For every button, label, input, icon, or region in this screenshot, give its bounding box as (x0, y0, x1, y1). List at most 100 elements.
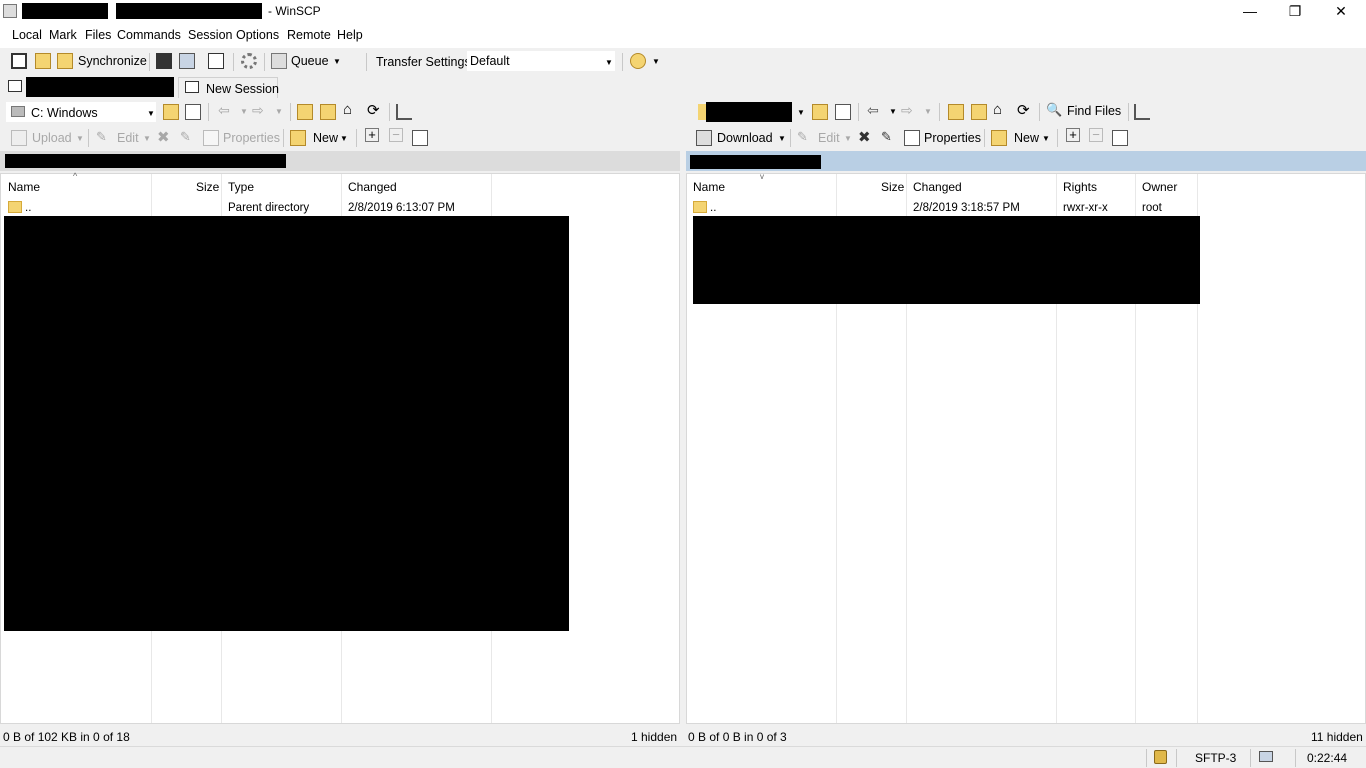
download-button[interactable]: Download (717, 131, 773, 145)
unselect-all-icon[interactable]: − (1089, 128, 1103, 142)
refresh-icon[interactable]: ⟳ (367, 101, 380, 119)
local-hidden-count[interactable]: 1 hidden (631, 730, 677, 744)
filter-icon[interactable] (835, 104, 851, 120)
menu-session[interactable]: Session (188, 28, 232, 42)
app-icon[interactable] (3, 4, 17, 18)
putty-icon[interactable] (179, 53, 195, 69)
column-name[interactable]: Name (8, 180, 40, 194)
synchronize-button[interactable]: Synchronize (78, 54, 147, 68)
column-changed[interactable]: Changed (348, 180, 397, 194)
new-session-tab[interactable]: New Session (178, 77, 279, 98)
sync-browsing-icon[interactable] (35, 53, 51, 69)
menu-remote[interactable]: Remote (287, 28, 331, 42)
root-directory-icon[interactable] (320, 104, 336, 120)
new-folder-icon[interactable] (991, 130, 1007, 146)
queue-dropdown-icon[interactable]: ▼ (333, 57, 341, 66)
remote-path-bar[interactable] (686, 151, 1366, 171)
forward-icon[interactable]: ⇨ (252, 102, 264, 119)
home-icon[interactable]: ⌂ (343, 101, 352, 118)
column-changed[interactable]: Changed (913, 180, 962, 194)
filter-icon[interactable] (185, 104, 201, 120)
delete-icon[interactable]: ✖ (858, 128, 871, 146)
console-icon[interactable] (156, 53, 172, 69)
column-rights[interactable]: Rights (1063, 180, 1097, 194)
menu-mark[interactable]: Mark (49, 28, 77, 42)
new-folder-icon[interactable] (290, 130, 306, 146)
open-directory-icon[interactable] (163, 104, 179, 120)
local-path-bar[interactable] (0, 151, 682, 171)
remote-file-list[interactable]: v Name Size Changed Rights Owner .. 2/8/… (686, 172, 1366, 724)
properties-button[interactable]: Properties (924, 131, 981, 145)
upload-dropdown-icon[interactable]: ▼ (76, 134, 84, 143)
menu-options[interactable]: Options (236, 28, 279, 42)
back-dropdown-icon[interactable]: ▼ (889, 107, 897, 116)
chevron-down-icon[interactable]: ▼ (147, 109, 155, 118)
rename-icon[interactable]: ✎ (180, 129, 191, 145)
download-icon[interactable] (696, 130, 712, 146)
edit-button[interactable]: Edit (818, 131, 840, 145)
open-directory-icon[interactable] (812, 104, 828, 120)
refresh-icon[interactable]: ⟳ (1017, 101, 1030, 119)
tree-view-icon[interactable] (396, 104, 412, 120)
transfer-settings-select[interactable]: Default ▼ (467, 51, 615, 71)
transfer-presets-icon[interactable] (630, 53, 646, 69)
local-drive-select[interactable]: C: Windows ▼ (6, 102, 156, 122)
upload-button[interactable]: Upload (32, 131, 72, 145)
select-all-icon[interactable]: + (365, 128, 379, 142)
close-button[interactable]: ✕ (1318, 0, 1364, 24)
presets-dropdown-icon[interactable]: ▼ (652, 57, 660, 66)
local-file-list[interactable]: ^ Name Size Type Changed .. Parent direc… (0, 171, 680, 724)
open-in-putty-icon[interactable] (208, 53, 224, 69)
column-name[interactable]: Name (693, 180, 725, 194)
new-dropdown-icon[interactable]: ▼ (340, 134, 348, 143)
menu-help[interactable]: Help (337, 28, 363, 42)
filter-selection-icon[interactable] (412, 130, 428, 146)
edit-icon[interactable]: ✎ (797, 129, 808, 145)
chevron-down-icon[interactable]: ▼ (605, 58, 613, 67)
edit-button[interactable]: Edit (117, 131, 139, 145)
forward-icon[interactable]: ⇨ (901, 102, 913, 119)
preferences-gear-icon[interactable] (241, 53, 257, 69)
parent-directory-icon[interactable] (297, 104, 313, 120)
lock-icon[interactable] (1154, 750, 1167, 764)
properties-button[interactable]: Properties (223, 131, 280, 145)
table-row[interactable]: .. 2/8/2019 3:18:57 PM rwxr-xr-x root (687, 197, 1365, 217)
back-icon[interactable]: ⇦ (218, 102, 230, 119)
back-icon[interactable]: ⇦ (867, 102, 879, 119)
forward-dropdown-icon[interactable]: ▼ (275, 107, 283, 116)
edit-icon[interactable]: ✎ (96, 129, 107, 145)
properties-icon[interactable] (203, 130, 219, 146)
back-dropdown-icon[interactable]: ▼ (240, 107, 248, 116)
download-dropdown-icon[interactable]: ▼ (778, 134, 786, 143)
synchronize-icon[interactable] (57, 53, 73, 69)
menu-local[interactable]: Local (12, 28, 42, 42)
compare-directories-icon[interactable] (11, 53, 27, 69)
delete-icon[interactable]: ✖ (157, 128, 170, 146)
minimize-button[interactable]: — (1227, 0, 1273, 24)
new-button[interactable]: New (313, 131, 338, 145)
properties-icon[interactable] (904, 130, 920, 146)
queue-icon[interactable] (271, 53, 287, 69)
edit-dropdown-icon[interactable]: ▼ (844, 134, 852, 143)
parent-directory-icon[interactable] (948, 104, 964, 120)
column-size[interactable]: Size (196, 180, 219, 194)
column-size[interactable]: Size (881, 180, 904, 194)
menu-files[interactable]: Files (85, 28, 111, 42)
redacted-session-tab[interactable] (26, 77, 174, 97)
filter-selection-icon[interactable] (1112, 130, 1128, 146)
restore-button[interactable]: ❐ (1272, 0, 1318, 24)
new-dropdown-icon[interactable]: ▼ (1042, 134, 1050, 143)
column-owner[interactable]: Owner (1142, 180, 1177, 194)
menu-commands[interactable]: Commands (117, 28, 181, 42)
table-row[interactable]: .. Parent directory 2/8/2019 6:13:07 PM (1, 197, 679, 217)
home-icon[interactable]: ⌂ (993, 101, 1002, 118)
root-directory-icon[interactable] (971, 104, 987, 120)
edit-dropdown-icon[interactable]: ▼ (143, 134, 151, 143)
remote-hidden-count[interactable]: 11 hidden (1311, 730, 1363, 744)
queue-button[interactable]: Queue (291, 54, 329, 68)
new-button[interactable]: New (1014, 131, 1039, 145)
column-type[interactable]: Type (228, 180, 254, 194)
rename-icon[interactable]: ✎ (881, 129, 892, 145)
chevron-down-icon[interactable]: ▼ (797, 108, 805, 117)
forward-dropdown-icon[interactable]: ▼ (924, 107, 932, 116)
